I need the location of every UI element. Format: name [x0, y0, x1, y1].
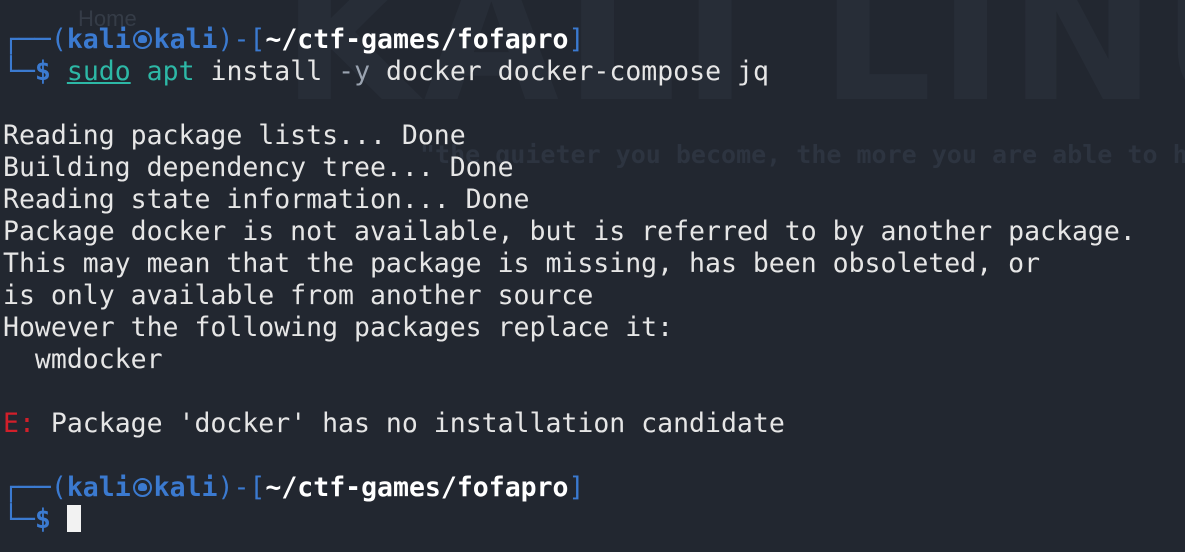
prompt-separator: )-[	[217, 472, 266, 503]
output-line: Building dependency tree... Done	[3, 152, 514, 183]
prompt-corner-top: ┌──	[3, 472, 51, 503]
terminal-window[interactable]: ┌──(kali kali)-[~/ctf-games/fofapro] └─$ …	[0, 0, 1185, 552]
output-line: Package docker is not available, but is …	[3, 216, 1136, 247]
command-sudo: sudo	[66, 56, 131, 87]
error-prefix: E:	[3, 408, 35, 439]
prompt-separator: )-[	[217, 24, 266, 55]
prompt-corner-bottom: └─	[3, 504, 35, 535]
text-cursor[interactable]	[66, 505, 81, 532]
output-line: Reading package lists... Done	[3, 120, 466, 151]
kali-skull-icon	[132, 478, 152, 497]
prompt-line-top: ┌──(kali kali)-[~/ctf-games/fofapro]	[3, 472, 584, 504]
prompt-line-top: ┌──(kali kali)-[~/ctf-games/fofapro]	[3, 24, 584, 56]
prompt-corner-bottom: └─	[3, 56, 35, 87]
prompt-dollar: $	[34, 56, 51, 87]
command-flag: -y	[338, 56, 371, 87]
output-line: However the following packages replace i…	[3, 312, 674, 343]
prompt-open-paren: (	[50, 24, 67, 55]
prompt-close-bracket: ]	[568, 472, 585, 503]
output-line: is only available from another source	[3, 280, 594, 311]
prompt-open-paren: (	[50, 472, 67, 503]
error-message: Package 'docker' has no installation can…	[34, 408, 785, 439]
command-args: docker docker-compose jq	[370, 56, 769, 87]
output-line: This may mean that the package is missin…	[3, 248, 1041, 279]
prompt-user: kali	[66, 24, 131, 55]
kali-skull-icon	[132, 30, 152, 49]
output-line: Reading state information... Done	[3, 184, 530, 215]
prompt-host: kali	[153, 24, 218, 55]
prompt-close-bracket: ]	[568, 24, 585, 55]
input-line[interactable]: └─$	[3, 504, 81, 536]
prompt-path: ~/ctf-games/fofapro	[265, 472, 569, 503]
prompt-dollar: $	[34, 504, 51, 535]
prompt-path: ~/ctf-games/fofapro	[265, 24, 569, 55]
command-install: install	[194, 56, 339, 87]
prompt-user: kali	[66, 472, 131, 503]
output-line: wmdocker	[3, 344, 163, 375]
prompt-corner-top: ┌──	[3, 24, 51, 55]
command-line: └─$ sudo apt install -y docker docker-co…	[3, 56, 769, 88]
error-line: E: Package 'docker' has no installation …	[3, 408, 785, 440]
command-apt: apt	[146, 56, 195, 87]
prompt-host: kali	[153, 472, 218, 503]
